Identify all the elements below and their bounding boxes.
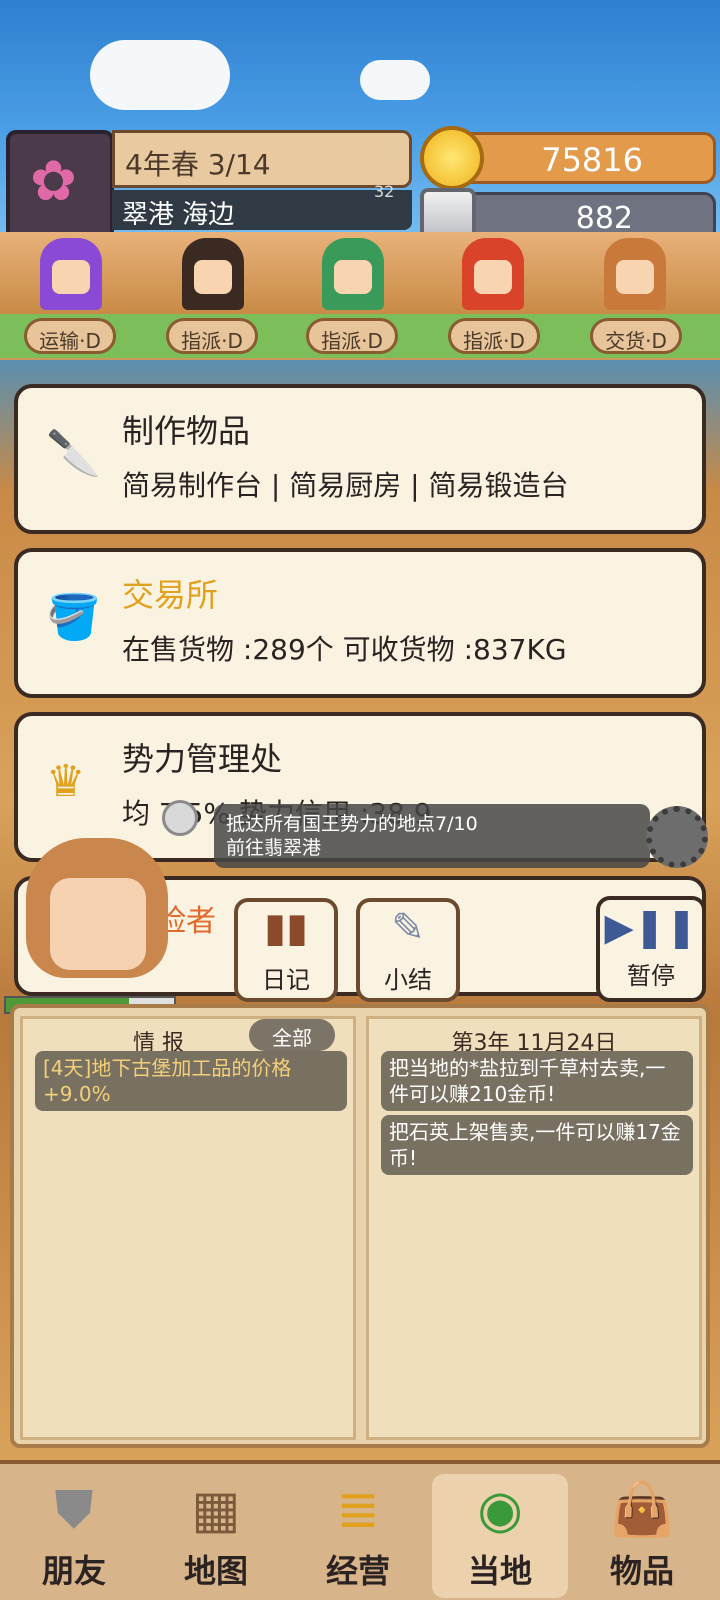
nav-label: 朋友 <box>41 1552 106 1590</box>
knife-icon: 🔪 <box>46 428 101 479</box>
date-text: 4年春 3/14 <box>125 148 271 181</box>
portrait-face <box>50 878 146 970</box>
summary-label: 小结 <box>384 966 432 994</box>
nav-label: 当地 <box>467 1552 532 1590</box>
nav-items[interactable]: 👜 物品 <box>574 1474 710 1598</box>
crew-member-1[interactable] <box>40 238 102 310</box>
flower-icon: ✿ <box>30 149 77 214</box>
market-title: 交易所 <box>122 576 219 614</box>
nav-friends[interactable]: ⛊ 朋友 <box>6 1474 142 1598</box>
nav-label: 经营 <box>325 1552 390 1590</box>
season-flower-badge[interactable]: ✿ <box>6 130 114 240</box>
crew-strip <box>0 232 720 314</box>
date-bar: 4年春 3/14 <box>112 130 412 188</box>
tips-page: 第3年 11月24日 把当地的*盐拉到千草村去卖,一件可以赚210金币! 把石英… <box>366 1016 702 1440</box>
cloud <box>90 40 230 110</box>
crew-member-2[interactable] <box>182 238 244 310</box>
silver-coin-icon <box>162 800 198 836</box>
role-badge-1[interactable]: 运输·D <box>24 318 116 354</box>
diary-button[interactable]: ▮▮ 日记 <box>234 898 338 1002</box>
market-subtitle: 在售货物 :289个 可收货物 :837KG <box>122 633 567 666</box>
book-icon: ▮▮ <box>263 905 309 951</box>
crew-member-3[interactable] <box>322 238 384 310</box>
diary-label: 日记 <box>262 966 310 994</box>
cloud <box>360 60 430 100</box>
crew-face <box>334 260 372 294</box>
nav-business[interactable]: ≣ 经营 <box>290 1474 426 1598</box>
pause-label: 暂停 <box>627 962 675 990</box>
gold-counter: 75816 <box>420 126 716 190</box>
summary-button[interactable]: ✎ 小结 <box>356 898 460 1002</box>
crafting-title: 制作物品 <box>122 412 251 450</box>
crafting-card[interactable]: 🔪 制作物品 简易制作台 | 简易厨房 | 简易锻造台 <box>14 384 706 534</box>
location-bar: 翠港 海边 32 <box>112 182 412 230</box>
role-badge-2[interactable]: 指派·D <box>166 318 258 354</box>
bucket-icon: 🪣 <box>46 592 101 643</box>
bag-icon: 👜 <box>609 1480 675 1540</box>
faction-title: 势力管理处 <box>122 740 283 778</box>
nav-label: 物品 <box>609 1552 674 1590</box>
intel-page: 情 报 全部 [4天]地下古堡加工品的价格+9.0% <box>20 1016 356 1440</box>
crew-member-4[interactable] <box>462 238 524 310</box>
crown-icon: ♛ <box>46 756 86 807</box>
bottom-nav: ⛊ 朋友 ▦ 地图 ≣ 经营 ◉ 当地 👜 物品 <box>0 1460 720 1600</box>
crew-face <box>474 260 512 294</box>
location-text: 翠港 海边 <box>122 200 235 230</box>
quill-icon: ✎ <box>391 905 425 951</box>
role-badge-3[interactable]: 指派·D <box>306 318 398 354</box>
crew-face <box>194 260 232 294</box>
crew-member-5[interactable] <box>604 238 666 310</box>
local-emblem-icon: ◉ <box>477 1480 523 1540</box>
gear-icon[interactable] <box>646 806 708 868</box>
crew-face <box>616 260 654 294</box>
play-pause-icon: ▶❚❚ <box>604 905 698 949</box>
market-card[interactable]: 🪣 交易所 在售货物 :289个 可收货物 :837KG <box>14 548 706 698</box>
crew-face <box>52 260 90 294</box>
role-badge-5[interactable]: 交货·D <box>590 318 682 354</box>
nav-label: 地图 <box>183 1552 248 1590</box>
shield-icon: ⛊ <box>54 1480 94 1540</box>
filter-all-button[interactable]: 全部 <box>249 1019 335 1051</box>
gold-bar: 75816 <box>470 132 716 184</box>
pause-button[interactable]: ▶❚❚ 暂停 <box>596 896 706 1002</box>
gold-amount: 75816 <box>541 141 643 179</box>
intel-item[interactable]: [4天]地下古堡加工品的价格+9.0% <box>35 1051 347 1111</box>
coin-stack-icon: ≣ <box>336 1480 380 1540</box>
tip-item[interactable]: 把石英上架售卖,一件可以赚17金币! <box>381 1115 693 1175</box>
nav-map[interactable]: ▦ 地图 <box>148 1474 284 1598</box>
small-number: 32 <box>374 182 395 201</box>
news-book: 情 报 全部 [4天]地下古堡加工品的价格+9.0% 第3年 11月24日 把当… <box>10 1004 710 1448</box>
quest-tooltip[interactable]: 抵达所有国王势力的地点7/10 前往翡翠港 <box>214 804 650 868</box>
silver-amount: 882 <box>575 201 633 236</box>
map-icon: ▦ <box>191 1480 241 1540</box>
nav-local[interactable]: ◉ 当地 <box>432 1474 568 1598</box>
quest-line-2: 前往翡翠港 <box>226 837 322 859</box>
player-portrait[interactable] <box>26 838 168 998</box>
tip-item[interactable]: 把当地的*盐拉到千草村去卖,一件可以赚210金币! <box>381 1051 693 1111</box>
gold-coin-icon <box>420 126 484 190</box>
quest-line-1: 抵达所有国王势力的地点7/10 <box>226 813 478 835</box>
crafting-subtitle: 简易制作台 | 简易厨房 | 简易锻造台 <box>122 469 569 502</box>
role-badge-4[interactable]: 指派·D <box>448 318 540 354</box>
